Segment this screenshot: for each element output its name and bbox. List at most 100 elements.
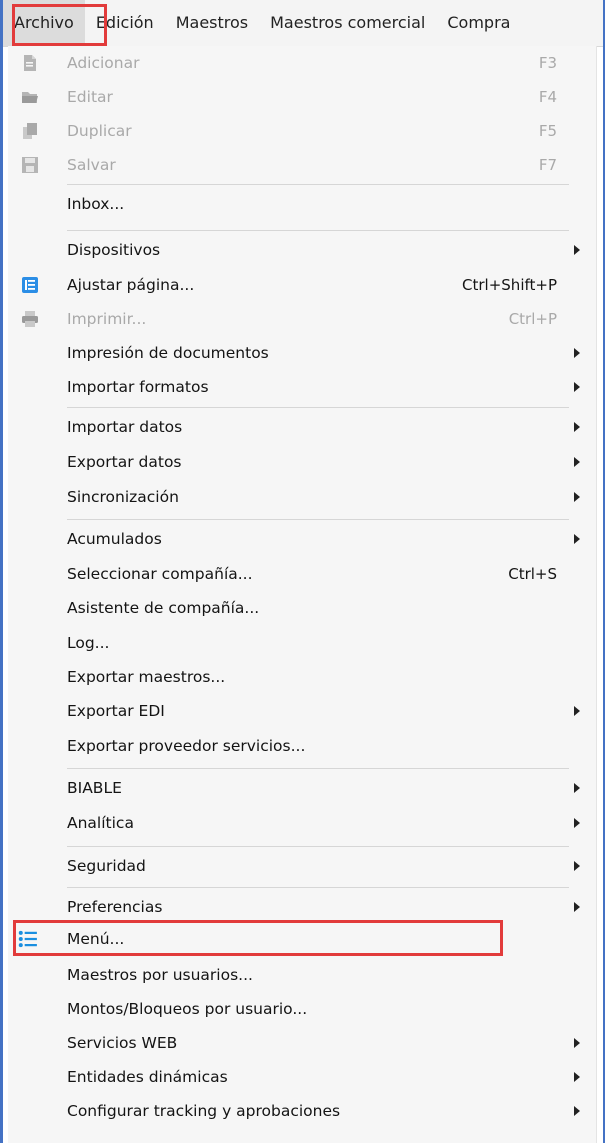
menu-item-dispositivos[interactable]: Dispositivos bbox=[8, 233, 596, 267]
menu-item-label: Acumulados bbox=[67, 530, 162, 548]
menu-item-label: Impresión de documentos bbox=[67, 344, 269, 362]
menu-item-biable[interactable]: BIABLE bbox=[8, 771, 596, 805]
menu-item-shortcut: F3 bbox=[538, 54, 557, 72]
menu-separator bbox=[67, 768, 569, 769]
menu-item-asistente-compania[interactable]: Asistente de compañía... bbox=[8, 591, 596, 625]
menu-item-salvar[interactable]: Salvar F7 bbox=[8, 148, 596, 182]
menu-item-label: Salvar bbox=[67, 156, 116, 174]
menu-item-label: Importar formatos bbox=[67, 378, 209, 396]
menu-item-exportar-datos[interactable]: Exportar datos bbox=[8, 445, 596, 479]
menu-item-shortcut: F7 bbox=[538, 156, 557, 174]
archivo-dropdown-menu: Adicionar F3 Editar F4 Duplicar F5 Salva… bbox=[8, 46, 597, 1143]
menu-item-label: Exportar EDI bbox=[67, 702, 165, 720]
menu-item-entidades-dinamicas[interactable]: Entidades dinámicas bbox=[8, 1060, 596, 1094]
submenu-arrow-icon bbox=[574, 245, 580, 255]
menu-edicion[interactable]: Edición bbox=[85, 0, 165, 46]
menu-item-label: Menú... bbox=[67, 930, 125, 948]
menu-item-label: Editar bbox=[67, 88, 113, 106]
menu-item-shortcut: Ctrl+Shift+P bbox=[462, 276, 557, 294]
menu-item-label: Sincronización bbox=[67, 488, 179, 506]
menu-item-label: Dispositivos bbox=[67, 241, 161, 259]
submenu-arrow-icon bbox=[574, 422, 580, 432]
menu-item-label: Preferencias bbox=[67, 898, 163, 916]
menu-item-exportar-proveedor-servicios[interactable]: Exportar proveedor servicios... bbox=[8, 729, 596, 763]
menu-item-analitica[interactable]: Analítica bbox=[8, 806, 596, 840]
menu-item-label: Montos/Bloqueos por usuario... bbox=[67, 1000, 308, 1018]
submenu-arrow-icon bbox=[574, 902, 580, 912]
list-icon bbox=[18, 930, 37, 948]
submenu-arrow-icon bbox=[574, 382, 580, 392]
menu-item-label: Inbox... bbox=[67, 195, 125, 213]
menu-item-label: Imprimir... bbox=[67, 310, 147, 328]
menu-item-label: Exportar proveedor servicios... bbox=[67, 737, 306, 755]
submenu-arrow-icon bbox=[574, 783, 580, 793]
submenu-arrow-icon bbox=[574, 706, 580, 716]
menu-item-label: Duplicar bbox=[67, 122, 132, 140]
menu-item-log[interactable]: Log... bbox=[8, 626, 596, 660]
menu-separator bbox=[67, 230, 569, 231]
menu-item-montos-bloqueos-por-usuario[interactable]: Montos/Bloqueos por usuario... bbox=[8, 992, 596, 1026]
menu-item-label: BIABLE bbox=[67, 779, 122, 797]
menu-separator bbox=[67, 887, 569, 888]
menu-compra[interactable]: Compra bbox=[436, 0, 521, 46]
submenu-arrow-icon bbox=[574, 492, 580, 502]
menu-item-adicionar[interactable]: Adicionar F3 bbox=[8, 46, 596, 80]
menu-item-label: Adicionar bbox=[67, 54, 140, 72]
menu-archivo[interactable]: Archivo bbox=[3, 0, 85, 46]
printer-icon bbox=[22, 311, 38, 327]
menu-item-shortcut: Ctrl+S bbox=[508, 565, 557, 583]
menu-item-shortcut: F4 bbox=[538, 88, 557, 106]
page-setup-icon bbox=[22, 277, 38, 293]
window-border-left bbox=[0, 0, 3, 1143]
submenu-arrow-icon bbox=[574, 818, 580, 828]
menu-maestros[interactable]: Maestros bbox=[165, 0, 259, 46]
menu-separator bbox=[67, 846, 569, 847]
menu-item-ajustar-pagina[interactable]: Ajustar página... Ctrl+Shift+P bbox=[8, 268, 596, 302]
add-document-icon bbox=[24, 55, 36, 71]
menu-item-label: Exportar datos bbox=[67, 453, 182, 471]
menu-item-imprimir[interactable]: Imprimir... Ctrl+P bbox=[8, 302, 596, 336]
menu-item-maestros-por-usuarios[interactable]: Maestros por usuarios... bbox=[8, 958, 596, 992]
copy-icon bbox=[23, 123, 37, 139]
folder-open-icon bbox=[22, 92, 38, 103]
menu-item-impresion-documentos[interactable]: Impresión de documentos bbox=[8, 336, 596, 370]
menu-item-menu[interactable]: Menú... bbox=[8, 922, 596, 956]
menu-item-importar-datos[interactable]: Importar datos bbox=[8, 410, 596, 444]
menu-separator bbox=[67, 519, 569, 520]
menu-separator bbox=[67, 184, 569, 185]
menu-item-configurar-tracking[interactable]: Configurar tracking y aprobaciones bbox=[8, 1094, 596, 1128]
menu-item-shortcut: Ctrl+P bbox=[508, 310, 557, 328]
submenu-arrow-icon bbox=[574, 1038, 580, 1048]
submenu-arrow-icon bbox=[574, 457, 580, 467]
menu-item-exportar-edi[interactable]: Exportar EDI bbox=[8, 694, 596, 728]
submenu-arrow-icon bbox=[574, 1072, 580, 1082]
menu-item-acumulados[interactable]: Acumulados bbox=[8, 522, 596, 556]
menu-item-inbox[interactable]: Inbox... bbox=[8, 187, 596, 221]
menu-item-label: Seleccionar compañía... bbox=[67, 565, 253, 583]
menu-maestros-comercial[interactable]: Maestros comercial bbox=[259, 0, 436, 46]
menu-bar: Archivo Edición Maestros Maestros comerc… bbox=[3, 0, 603, 47]
application-window: Archivo Edición Maestros Maestros comerc… bbox=[0, 0, 605, 1143]
submenu-arrow-icon bbox=[574, 534, 580, 544]
menu-item-label: Configurar tracking y aprobaciones bbox=[67, 1102, 341, 1120]
menu-item-seguridad[interactable]: Seguridad bbox=[8, 849, 596, 883]
menu-item-importar-formatos[interactable]: Importar formatos bbox=[8, 370, 596, 404]
menu-item-label: Seguridad bbox=[67, 857, 146, 875]
menu-item-preferencias[interactable]: Preferencias bbox=[8, 890, 596, 924]
menu-item-label: Importar datos bbox=[67, 418, 183, 436]
submenu-arrow-icon bbox=[574, 861, 580, 871]
menu-item-seleccionar-compania[interactable]: Seleccionar compañía... Ctrl+S bbox=[8, 557, 596, 591]
save-icon bbox=[22, 157, 38, 173]
menu-item-label: Exportar maestros... bbox=[67, 668, 226, 686]
menu-item-exportar-maestros[interactable]: Exportar maestros... bbox=[8, 660, 596, 694]
menu-item-editar[interactable]: Editar F4 bbox=[8, 80, 596, 114]
menu-item-sincronizacion[interactable]: Sincronización bbox=[8, 480, 596, 514]
menu-item-servicios-web[interactable]: Servicios WEB bbox=[8, 1026, 596, 1060]
menu-item-duplicar[interactable]: Duplicar F5 bbox=[8, 114, 596, 148]
menu-item-label: Analítica bbox=[67, 814, 134, 832]
menu-item-label: Maestros por usuarios... bbox=[67, 966, 253, 984]
menu-item-label: Asistente de compañía... bbox=[67, 599, 260, 617]
menu-item-label: Log... bbox=[67, 634, 110, 652]
menu-separator bbox=[67, 407, 569, 408]
submenu-arrow-icon bbox=[574, 1106, 580, 1116]
